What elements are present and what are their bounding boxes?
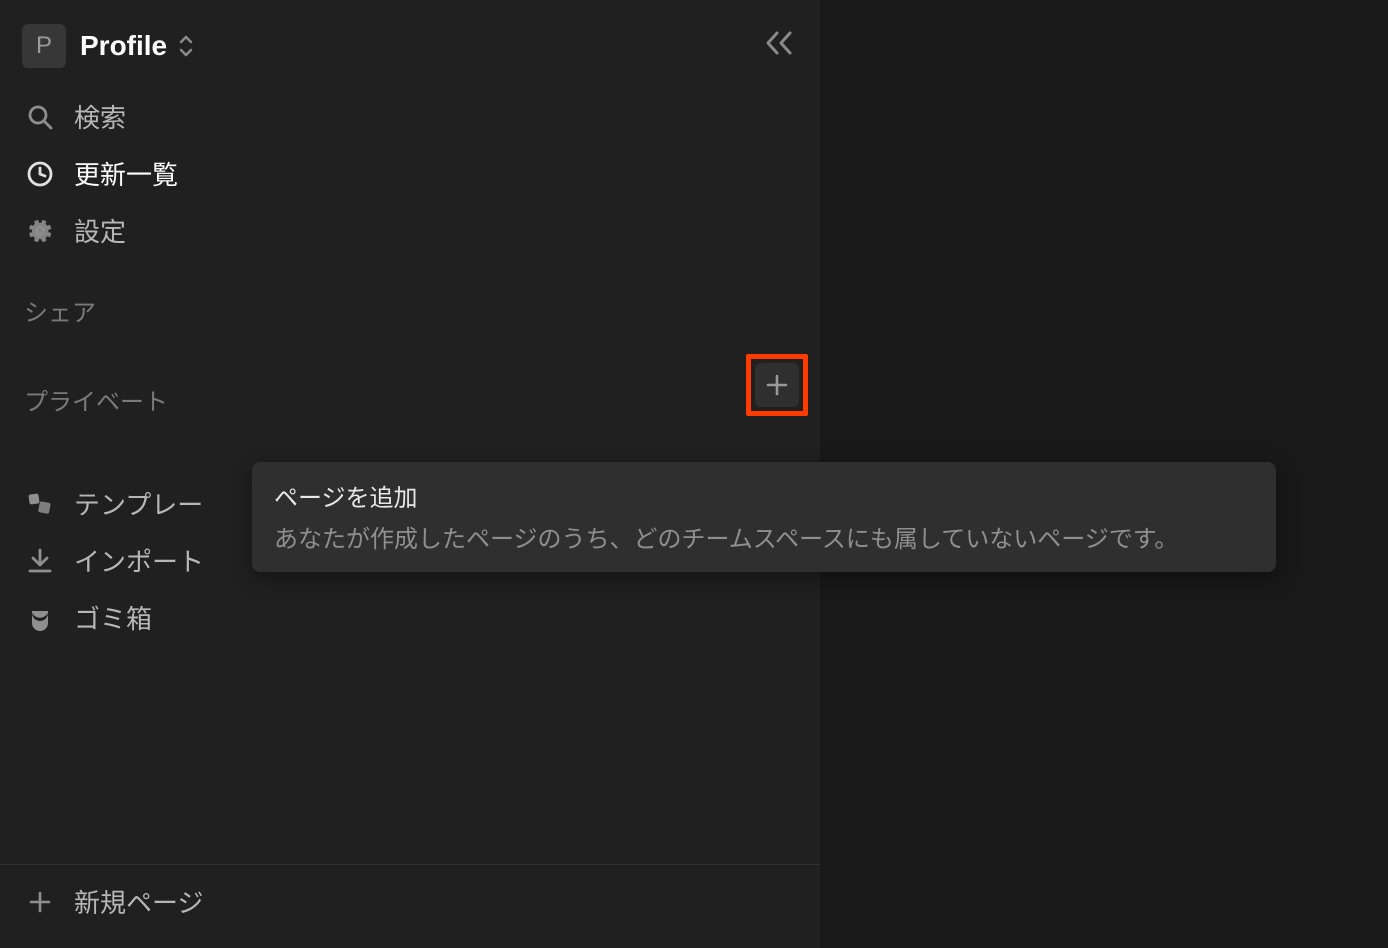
- nav-primary: 検索 更新一覧 設定: [0, 82, 820, 265]
- clock-icon: [24, 158, 56, 190]
- download-icon: [24, 545, 56, 577]
- workspace-name: Profile: [80, 30, 167, 62]
- chevron-up-down-icon: [177, 34, 195, 58]
- section-share-header[interactable]: シェア: [0, 265, 820, 340]
- gear-icon: [24, 215, 56, 247]
- new-page-button[interactable]: 新規ページ: [0, 864, 820, 948]
- nav-updates[interactable]: 更新一覧: [10, 145, 810, 202]
- workspace-avatar-letter: P: [36, 32, 52, 60]
- nav-settings[interactable]: 設定: [10, 202, 810, 259]
- nav-search-label: 検索: [74, 98, 126, 135]
- nav-search[interactable]: 検索: [10, 88, 810, 145]
- nav-import-label: インポート: [74, 542, 204, 579]
- templates-icon: [24, 488, 56, 520]
- trash-icon: [24, 602, 56, 634]
- tooltip-add-page: ページを追加 あなたが作成したページのうち、どのチームスペースにも属していないペ…: [252, 462, 1276, 572]
- section-share-label: シェア: [24, 293, 96, 328]
- chevron-double-left-icon: [762, 28, 796, 58]
- nav-settings-label: 設定: [74, 212, 126, 249]
- nav-trash[interactable]: ゴミ箱: [10, 589, 810, 646]
- tooltip-title: ページを追加: [274, 478, 1254, 513]
- search-icon: [24, 101, 56, 133]
- collapse-sidebar-button[interactable]: [762, 28, 796, 58]
- section-private-header[interactable]: プライベート: [0, 340, 820, 429]
- workspace-switcher[interactable]: P Profile: [0, 0, 820, 82]
- tooltip-description: あなたが作成したページのうち、どのチームスペースにも属していないページです。: [274, 519, 1254, 554]
- add-page-button[interactable]: [755, 363, 799, 407]
- plus-icon: [766, 374, 788, 396]
- section-private-label: プライベート: [24, 382, 168, 417]
- nav-trash-label: ゴミ箱: [74, 599, 152, 636]
- highlight-annotation: [746, 354, 808, 416]
- nav-updates-label: 更新一覧: [74, 155, 178, 192]
- workspace-avatar: P: [22, 24, 66, 68]
- plus-icon: [24, 886, 56, 918]
- new-page-label: 新規ページ: [74, 883, 203, 920]
- nav-templates-label: テンプレー: [74, 485, 203, 522]
